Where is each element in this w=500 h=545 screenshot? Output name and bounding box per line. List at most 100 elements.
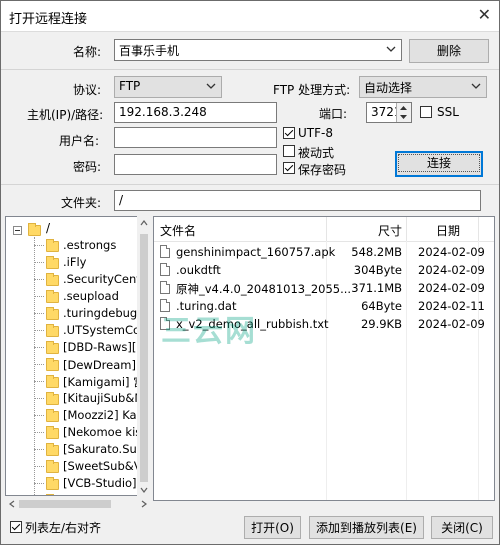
- tree-vertical-scrollbar[interactable]: [137, 216, 151, 497]
- file-name: .oukdtft: [176, 263, 221, 277]
- tree-item-label: .UTSystemCon: [63, 323, 148, 337]
- file-size: 371.1MB: [351, 281, 402, 295]
- tree-item-label: [Kamigami] 宫: [63, 375, 145, 389]
- protocol-value: FTP: [119, 79, 141, 93]
- folder-icon: [46, 341, 59, 354]
- file-date: 2024-02-09: [418, 281, 485, 295]
- ftp-mode-select[interactable]: 自动选择: [359, 76, 487, 98]
- scroll-left-icon[interactable]: [5, 497, 19, 511]
- open-remote-connection-dialog: 打开远程连接 ✕ 名称: 百事乐手机 删除 协议: FTP FTP 处理方式: …: [0, 0, 500, 545]
- file-size: 29.9KB: [360, 317, 402, 331]
- utf8-checkbox[interactable]: [283, 127, 295, 139]
- file-icon: [160, 263, 170, 276]
- ssl-label: SSL: [437, 105, 459, 119]
- file-date: 2024-02-09: [418, 263, 485, 277]
- folder-icon: [46, 392, 59, 405]
- folder-icon: [28, 223, 41, 236]
- connect-button[interactable]: 连接: [395, 151, 483, 177]
- delete-button[interactable]: 删除: [409, 39, 489, 63]
- folder-icon: [46, 477, 59, 490]
- title-bar: 打开远程连接 ✕: [1, 1, 499, 32]
- directory-tree[interactable]: / .estrongs .iFly .SecurityCenter .seupload…: [5, 216, 151, 496]
- column-header-size[interactable]: 尺寸: [378, 222, 402, 239]
- protocol-select[interactable]: FTP: [114, 76, 222, 98]
- password-label: 密码:: [73, 160, 102, 174]
- tree-root[interactable]: /: [46, 221, 50, 235]
- tree-item-label: .seupload: [63, 289, 119, 303]
- ftp-mode-value: 自动选择: [364, 81, 413, 95]
- tree-item-label: .iFly: [63, 255, 87, 269]
- port-label: 端口:: [319, 107, 348, 121]
- file-row[interactable]: .oukdtft 304Byte 2024-02-09: [154, 261, 494, 279]
- tree-item-label: [Sakurato.Sub]: [63, 442, 149, 456]
- column-header-date[interactable]: 日期: [436, 222, 460, 239]
- tree-item-label: Alarms: [63, 493, 103, 495]
- file-name: 原神_v4.4.0_20481013_2055...: [176, 282, 352, 296]
- port-spinner[interactable]: [396, 103, 411, 122]
- ftp-mode-label: FTP 处理方式:: [273, 83, 351, 97]
- spinner-arrows-icon: [400, 106, 407, 119]
- collapse-icon[interactable]: [13, 226, 22, 235]
- chevron-down-icon: [471, 83, 481, 89]
- file-date: 2024-02-09: [418, 317, 485, 331]
- divider: [1, 69, 499, 70]
- host-label: 主机(IP)/路径:: [27, 108, 104, 122]
- name-combo[interactable]: 百事乐手机: [114, 39, 402, 61]
- tree-horizontal-scrollbar[interactable]: [5, 497, 151, 511]
- scroll-thumb[interactable]: [140, 234, 148, 482]
- scroll-right-icon[interactable]: [137, 497, 151, 511]
- file-row[interactable]: 原神_v4.4.0_20481013_2055... 371.1MB 2024-02…: [154, 279, 494, 297]
- layout-toggle-label: 列表左/右对齐: [25, 521, 102, 535]
- folder-icon: [46, 307, 59, 320]
- file-date: 2024-02-11: [418, 299, 485, 313]
- utf8-label: UTF-8: [298, 126, 333, 140]
- protocol-label: 协议:: [73, 83, 102, 97]
- passive-label: 被动式: [298, 146, 335, 160]
- scroll-up-icon[interactable]: [137, 216, 151, 230]
- close-button[interactable]: 关闭(C): [431, 516, 493, 539]
- ssl-checkbox[interactable]: [420, 106, 432, 118]
- password-input[interactable]: [114, 154, 277, 175]
- open-button[interactable]: 打开(O): [244, 516, 301, 539]
- watermark: 三云网: [161, 314, 257, 349]
- save-password-checkbox[interactable]: [283, 162, 295, 174]
- name-value: 百事乐手机: [119, 44, 180, 58]
- scroll-down-icon[interactable]: [137, 483, 151, 497]
- chevron-down-icon: [386, 46, 396, 52]
- name-label: 名称:: [73, 45, 102, 59]
- chevron-down-icon: [206, 83, 216, 89]
- username-label: 用户名:: [59, 134, 100, 148]
- tree-item-label: .estrongs: [63, 238, 117, 252]
- file-date: 2024-02-09: [418, 245, 485, 259]
- layout-toggle-checkbox[interactable]: [10, 521, 22, 533]
- column-header-name[interactable]: 文件名: [160, 222, 196, 239]
- list-header: 文件名 尺寸 日期: [154, 217, 494, 242]
- file-size: 548.2MB: [351, 245, 402, 259]
- file-icon: [160, 245, 170, 258]
- folder-input[interactable]: /: [114, 190, 481, 211]
- folder-icon: [46, 239, 59, 252]
- window-close-icon[interactable]: ✕: [478, 5, 491, 24]
- tree-item-label: [Nekomoe kiss: [63, 425, 148, 439]
- folder-icon: [46, 290, 59, 303]
- file-list[interactable]: 文件名 尺寸 日期 genshinimpact_160757.apk 548.2M…: [153, 216, 495, 501]
- folder-icon: [46, 460, 59, 473]
- tree-item-label: [VCB-Studio] K: [63, 476, 148, 490]
- username-input[interactable]: [114, 127, 277, 148]
- folder-icon: [46, 443, 59, 456]
- scroll-thumb[interactable]: [19, 500, 111, 508]
- file-name: genshinimpact_160757.apk: [176, 245, 336, 259]
- port-input[interactable]: 3721: [366, 102, 412, 123]
- window-title: 打开远程连接: [9, 12, 88, 27]
- tree-item-label: [KitaujiSub&M: [63, 391, 145, 405]
- folder-icon: [46, 273, 59, 286]
- folder-icon: [46, 409, 59, 422]
- folder-icon: [46, 358, 59, 371]
- folder-icon: [46, 375, 59, 388]
- folder-icon: [46, 256, 59, 269]
- host-input[interactable]: 192.168.3.248: [114, 102, 277, 123]
- add-to-playlist-button[interactable]: 添加到播放列表(E): [309, 516, 424, 539]
- folder-label: 文件夹:: [61, 196, 102, 210]
- file-row[interactable]: genshinimpact_160757.apk 548.2MB 2024-02-0…: [154, 243, 494, 261]
- passive-checkbox[interactable]: [283, 145, 295, 157]
